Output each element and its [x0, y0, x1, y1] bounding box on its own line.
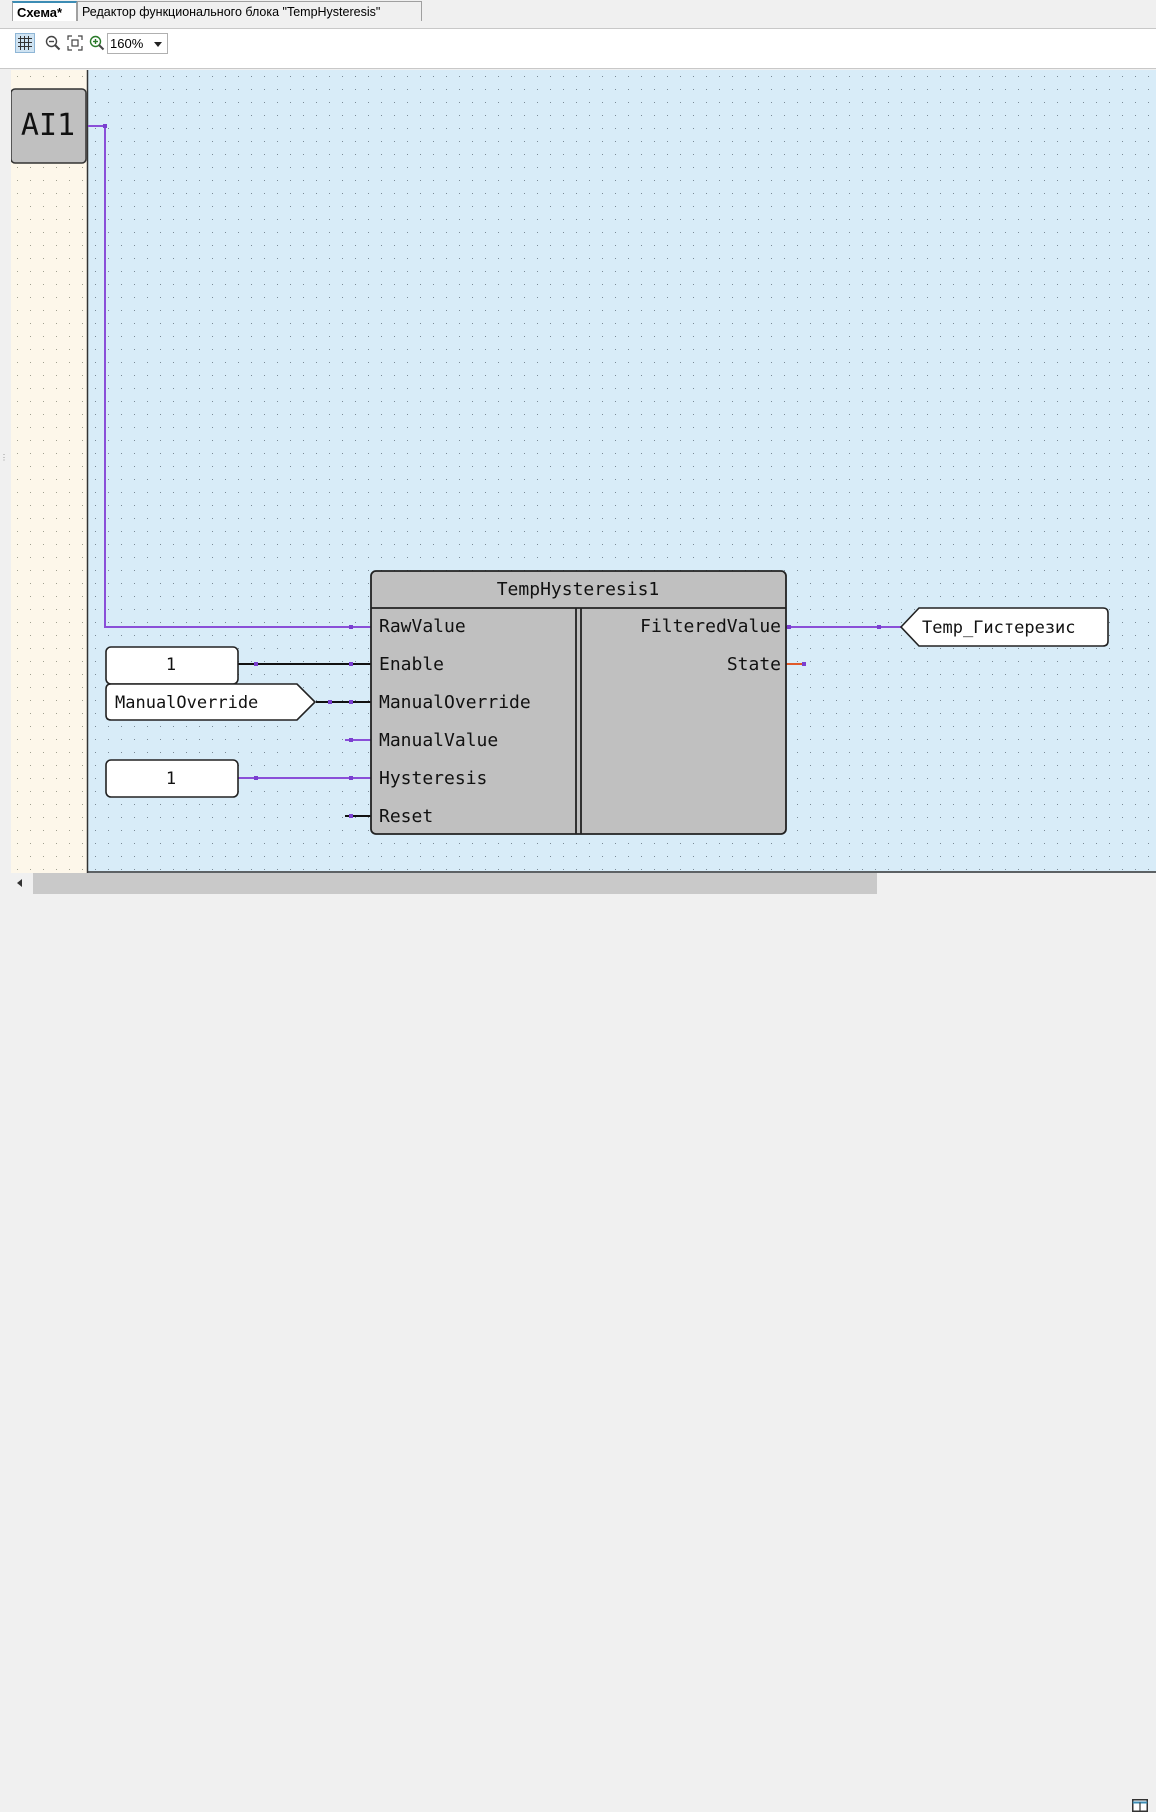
output-port-state[interactable]: State — [727, 654, 781, 675]
input-port-reset[interactable]: Reset — [379, 806, 433, 827]
zoom-in-icon — [89, 35, 105, 51]
tab-schema[interactable]: Схема* — [12, 1, 77, 21]
input-var-manualoverride[interactable]: ManualOverride — [105, 683, 317, 721]
input-port-rawvalue[interactable]: RawValue — [379, 616, 466, 637]
function-block-title: TempHysteresis1 — [497, 579, 660, 600]
zoom-out-button[interactable] — [43, 33, 63, 53]
grid-icon — [18, 36, 32, 50]
zoom-fit-icon — [67, 35, 83, 51]
constant-enable-block[interactable]: 1 — [105, 646, 239, 685]
splitter-handle[interactable]: ⋮ — [0, 454, 8, 475]
constant-hysteresis-block[interactable]: 1 — [105, 759, 239, 798]
horizontal-scrollbar[interactable] — [11, 873, 1156, 894]
scrollbar-thumb[interactable] — [33, 873, 877, 894]
chevron-down-icon — [154, 42, 162, 47]
status-bar — [0, 894, 1156, 1812]
ai1-label: AI1 — [21, 108, 75, 143]
panel-layout-icon[interactable] — [1132, 1799, 1148, 1812]
output-var-label: Temp_Гистерезис — [922, 618, 1076, 638]
scroll-left-icon[interactable] — [17, 879, 22, 887]
output-var-temp-hysteresis[interactable]: Temp_Гистерезис — [899, 607, 1109, 647]
zoom-out-icon — [45, 35, 61, 51]
schema-canvas[interactable]: AI1 TempHysteresis1 RawValue Enable Manu… — [11, 70, 1156, 873]
zoom-in-button[interactable] — [87, 33, 107, 53]
input-var-manualoverride-label: ManualOverride — [115, 693, 258, 713]
input-port-manualvalue[interactable]: ManualValue — [379, 730, 498, 751]
zoom-fit-button[interactable] — [65, 33, 85, 53]
tab-bar: Схема* Редактор функционального блока "T… — [0, 0, 1156, 22]
constant-enable-value: 1 — [166, 655, 176, 675]
schema-svg: AI1 TempHysteresis1 RawValue Enable Manu… — [11, 70, 1156, 873]
tab-block-editor[interactable]: Редактор функционального блока "TempHyst… — [77, 1, 422, 21]
function-block-temphysteresis1[interactable]: TempHysteresis1 RawValue Enable ManualOv… — [370, 570, 787, 835]
input-port-hysteresis[interactable]: Hysteresis — [379, 768, 487, 789]
input-port-enable[interactable]: Enable — [379, 654, 444, 675]
input-port-manualoverride[interactable]: ManualOverride — [379, 692, 531, 713]
ai1-block[interactable]: AI1 — [11, 88, 87, 164]
zoom-select[interactable]: 160% — [107, 33, 168, 54]
constant-hysteresis-value: 1 — [166, 769, 176, 789]
zoom-value: 160% — [110, 36, 144, 51]
output-port-filteredvalue[interactable]: FilteredValue — [640, 616, 781, 637]
toolbar: 160% — [0, 28, 1156, 69]
grid-toggle-button[interactable] — [15, 33, 35, 53]
